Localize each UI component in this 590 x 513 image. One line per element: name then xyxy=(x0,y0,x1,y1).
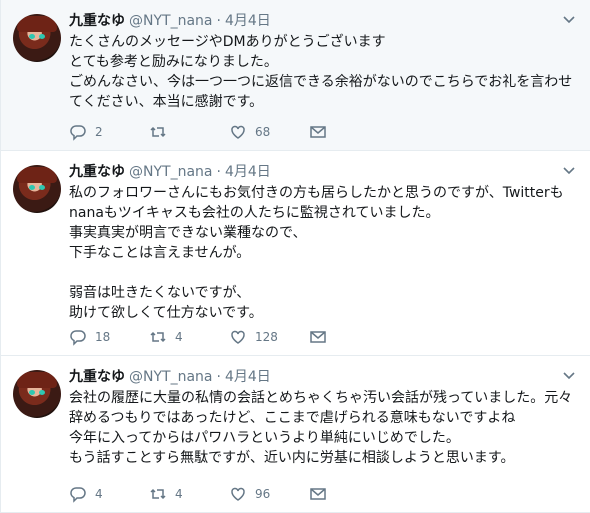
chevron-down-icon[interactable] xyxy=(562,368,576,382)
retweet-icon xyxy=(150,488,166,500)
tweet-date[interactable]: 4月4日 xyxy=(225,161,271,181)
retweet-icon xyxy=(150,331,166,343)
like-count: 68 xyxy=(255,125,271,139)
tweet-text: たくさんのメッセージやDMありがとうございます とても参考と励みになりました。 … xyxy=(69,34,573,110)
reply-button[interactable]: 18 xyxy=(69,328,149,346)
tweet-date[interactable]: 4月4日 xyxy=(225,10,271,30)
dm-icon xyxy=(310,331,326,343)
retweet-icon xyxy=(150,126,166,138)
reply-button[interactable]: 2 xyxy=(69,123,149,141)
dm-icon xyxy=(310,126,326,138)
reply-count: 18 xyxy=(95,330,111,344)
tweet-text: 私のフォロワーさんにもお気付きの方も居らしたかと思うのですが、Twitterもn… xyxy=(69,185,564,321)
dm-icon xyxy=(310,488,326,500)
tweet-date[interactable]: 4月4日 xyxy=(225,366,271,386)
avatar[interactable] xyxy=(13,14,61,62)
display-name[interactable]: 九重なゆ xyxy=(69,161,125,181)
tweet-actions: 4 4 96 xyxy=(69,484,389,504)
tweet-header: 九重なゆ @NYT_nana · 4月4日 xyxy=(69,161,576,181)
avatar[interactable] xyxy=(13,370,61,418)
retweet-button[interactable]: 4 xyxy=(149,485,229,503)
reply-icon xyxy=(70,330,86,346)
user-handle[interactable]: @NYT_nana xyxy=(129,164,212,180)
user-handle[interactable]: @NYT_nana xyxy=(129,369,212,385)
retweet-button[interactable]: 4 xyxy=(149,328,229,346)
like-icon xyxy=(231,125,245,139)
avatar[interactable] xyxy=(13,165,61,213)
dm-button[interactable] xyxy=(309,328,389,346)
retweet-button[interactable] xyxy=(149,123,229,141)
like-button[interactable]: 128 xyxy=(229,328,309,346)
like-count: 96 xyxy=(255,487,271,501)
like-button[interactable]: 96 xyxy=(229,485,309,503)
reply-count: 2 xyxy=(95,125,103,139)
display-name[interactable]: 九重なゆ xyxy=(69,366,125,386)
tweet-header: 九重なゆ @NYT_nana · 4月4日 xyxy=(69,366,576,386)
timeline: 九重なゆ @NYT_nana · 4月4日 たくさんのメッセージやDMありがとう… xyxy=(0,0,590,513)
tweet[interactable]: 九重なゆ @NYT_nana · 4月4日 たくさんのメッセージやDMありがとう… xyxy=(1,0,590,151)
tweet[interactable]: 九重なゆ @NYT_nana · 4月4日 私のフォロワーさんにもお気付きの方も… xyxy=(1,151,590,356)
tweet-actions: 2 68 xyxy=(69,122,389,142)
reply-icon xyxy=(70,125,86,141)
reply-button[interactable]: 4 xyxy=(69,485,149,503)
retweet-count: 4 xyxy=(175,330,183,344)
tweet-actions: 18 4 128 xyxy=(69,327,389,347)
retweet-count: 4 xyxy=(175,487,183,501)
tweet-text: 会社の履歴に大量の私情の会話とめちゃくちゃ汚い会話が残っていました。元々辞めるつ… xyxy=(69,390,573,466)
like-icon xyxy=(231,330,245,344)
chevron-down-icon[interactable] xyxy=(562,163,576,177)
like-icon xyxy=(231,487,245,501)
separator-dot: · xyxy=(216,164,221,180)
chevron-down-icon[interactable] xyxy=(562,12,576,26)
display-name[interactable]: 九重なゆ xyxy=(69,10,125,30)
separator-dot: · xyxy=(216,369,221,385)
reply-icon xyxy=(70,487,86,503)
dm-button[interactable] xyxy=(309,485,389,503)
separator-dot: · xyxy=(216,13,221,29)
tweet[interactable]: 九重なゆ @NYT_nana · 4月4日 会社の履歴に大量の私情の会話とめちゃ… xyxy=(1,356,590,513)
like-button[interactable]: 68 xyxy=(229,123,309,141)
like-count: 128 xyxy=(255,330,278,344)
reply-count: 4 xyxy=(95,487,103,501)
user-handle[interactable]: @NYT_nana xyxy=(129,13,212,29)
tweet-header: 九重なゆ @NYT_nana · 4月4日 xyxy=(69,10,576,30)
dm-button[interactable] xyxy=(309,123,389,141)
